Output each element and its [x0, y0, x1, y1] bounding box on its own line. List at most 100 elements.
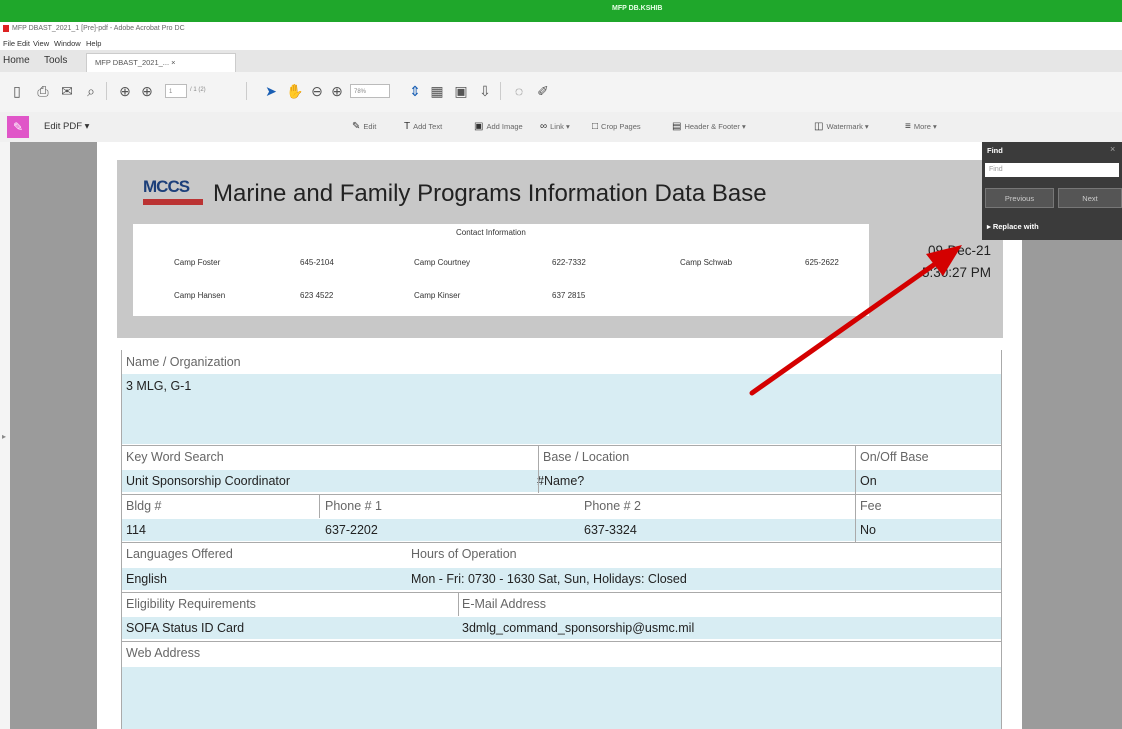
- page-display-icon[interactable]: ▣: [452, 82, 470, 100]
- find-panel-title: Find: [987, 146, 1003, 155]
- select-arrow-icon[interactable]: ➤: [262, 82, 280, 100]
- comment-icon[interactable]: ◌: [510, 82, 528, 100]
- save-icon[interactable]: ▯: [8, 82, 26, 100]
- more-label: More ▾: [913, 122, 937, 131]
- contact-name: Camp Kinser: [414, 291, 461, 300]
- menu-edit[interactable]: Edit: [17, 39, 30, 48]
- print-icon[interactable]: ⎙: [34, 82, 52, 100]
- menu-view[interactable]: View: [33, 39, 49, 48]
- form-date: 09-Dec-21: [927, 243, 991, 258]
- languages-offered-field[interactable]: English: [122, 568, 167, 590]
- base-location-field[interactable]: #Name?: [533, 470, 584, 492]
- zoom-dropdown[interactable]: 78%: [350, 84, 390, 98]
- tab-document[interactable]: MFP DBAST_2021_... ×: [86, 53, 236, 72]
- form-time: 5:30:27 PM: [921, 265, 991, 280]
- expand-pane-icon[interactable]: ▸: [2, 432, 6, 441]
- more-tool[interactable]: ≡ More ▾: [905, 121, 937, 132]
- page-down-icon[interactable]: ⊕: [138, 82, 156, 100]
- crop-pages-label: Crop Pages: [601, 122, 641, 131]
- edit-tool-label: Edit: [363, 122, 377, 131]
- link-icon: ∞: [540, 121, 548, 132]
- find-input[interactable]: Find: [985, 163, 1119, 177]
- web-address-field[interactable]: [122, 667, 1001, 729]
- contact-information-box: [133, 224, 869, 316]
- add-image-tool[interactable]: ▣ Add Image: [474, 121, 523, 132]
- crop-pages-tool[interactable]: □ Crop Pages: [592, 121, 641, 132]
- grid-line: [121, 494, 1002, 495]
- keyword-search-label: Key Word Search: [126, 450, 224, 464]
- name-organization-label: Name / Organization: [122, 351, 1001, 374]
- zoom-in-icon[interactable]: ⊕: [328, 82, 346, 100]
- fee-label: Fee: [860, 499, 882, 513]
- watermark-label: Watermark ▾: [826, 122, 869, 131]
- page-number-input[interactable]: 1: [165, 84, 187, 98]
- name-organization-field[interactable]: 3 MLG, G-1: [122, 374, 1001, 444]
- edit-pdf-icon: ✎: [7, 116, 29, 138]
- eligibility-requirements-field[interactable]: SOFA Status ID Card: [122, 617, 244, 639]
- page-up-icon[interactable]: ⊕: [116, 82, 134, 100]
- add-text-label: Add Text: [413, 122, 443, 131]
- link-tool[interactable]: ∞ Link ▾: [540, 121, 570, 132]
- next-button[interactable]: Next: [1058, 188, 1122, 208]
- grid-line: [538, 445, 539, 493]
- menu-file[interactable]: File: [3, 39, 15, 48]
- close-icon[interactable]: ×: [1110, 144, 1115, 154]
- highlight-pen-icon[interactable]: ✐: [534, 82, 552, 100]
- fee-field[interactable]: No: [856, 519, 876, 541]
- contact-phone: 622-7332: [552, 258, 586, 267]
- window-title-text: MFP DB.KSHIB: [612, 5, 663, 12]
- edit-pdf-dropdown[interactable]: Edit PDF ▾: [44, 121, 89, 132]
- zoom-out-icon[interactable]: ⊖: [308, 82, 326, 100]
- logo-text: MCCS: [143, 177, 190, 196]
- fit-page-icon[interactable]: ⇕: [406, 82, 424, 100]
- app-title: MFP DBAST_2021_1 [Pre]-pdf - Adobe Acrob…: [12, 25, 185, 32]
- on-off-base-field[interactable]: On: [856, 470, 877, 492]
- menu-help[interactable]: Help: [86, 39, 101, 48]
- add-text-tool[interactable]: T Add Text: [404, 121, 442, 132]
- page-total: / 1 (2): [190, 87, 206, 93]
- form-title: Marine and Family Programs Information D…: [213, 180, 767, 207]
- menu-window[interactable]: Window: [54, 39, 81, 48]
- grid-line: [121, 350, 122, 729]
- contact-phone: 625-2622: [805, 258, 839, 267]
- search-icon[interactable]: ⌕: [82, 82, 100, 100]
- tab-tools[interactable]: Tools: [44, 55, 67, 66]
- acrobat-icon: [3, 25, 9, 32]
- grid-line: [1001, 350, 1002, 729]
- header-footer-tool[interactable]: ▤ Header & Footer ▾: [672, 121, 746, 132]
- hand-icon[interactable]: ✋: [286, 82, 304, 100]
- logo-strip: [143, 199, 203, 205]
- grid-line: [319, 494, 320, 518]
- email-icon[interactable]: ✉: [58, 82, 76, 100]
- grid-line: [121, 542, 1002, 543]
- phone-1-field[interactable]: 637-2202: [321, 519, 378, 541]
- on-off-base-label: On/Off Base: [860, 450, 929, 464]
- contact-information-title: Contact Information: [456, 228, 526, 237]
- header-footer-label: Header & Footer ▾: [684, 122, 746, 131]
- phone-1-label: Phone # 1: [325, 499, 382, 513]
- contact-phone: 637 2815: [552, 291, 586, 300]
- hours-of-operation-field[interactable]: Mon - Fri: 0730 - 1630 Sat, Sun, Holiday…: [407, 568, 687, 590]
- bldg-label: Bldg #: [126, 499, 162, 513]
- add-image-icon: ▣: [474, 121, 484, 132]
- add-image-label: Add Image: [486, 122, 523, 131]
- crop-icon: □: [592, 121, 599, 132]
- contact-name: Camp Foster: [174, 258, 221, 267]
- keyword-search-field[interactable]: Unit Sponsorship Coordinator: [122, 470, 290, 492]
- edit-tool[interactable]: ✎ Edit: [352, 121, 376, 132]
- replace-with-toggle[interactable]: ▸ Replace with: [987, 222, 1039, 231]
- phone-2-field[interactable]: 637-3324: [580, 519, 637, 541]
- edit-tool-icon: ✎: [352, 121, 361, 132]
- header-footer-icon: ▤: [672, 121, 682, 132]
- bldg-field[interactable]: 114: [122, 519, 146, 541]
- contact-name: Camp Courtney: [414, 258, 471, 267]
- email-address-label: E-Mail Address: [462, 597, 547, 611]
- tab-home[interactable]: Home: [3, 55, 30, 66]
- scroll-icon[interactable]: ⇩: [476, 82, 494, 100]
- previous-button[interactable]: Previous: [985, 188, 1054, 208]
- full-screen-icon[interactable]: ▦: [428, 82, 446, 100]
- row-labels-bg: [122, 543, 1001, 566]
- email-address-field[interactable]: 3dmlg_command_sponsorship@usmc.mil: [458, 617, 694, 639]
- watermark-tool[interactable]: ◫ Watermark ▾: [814, 121, 869, 132]
- grid-line: [121, 445, 1002, 446]
